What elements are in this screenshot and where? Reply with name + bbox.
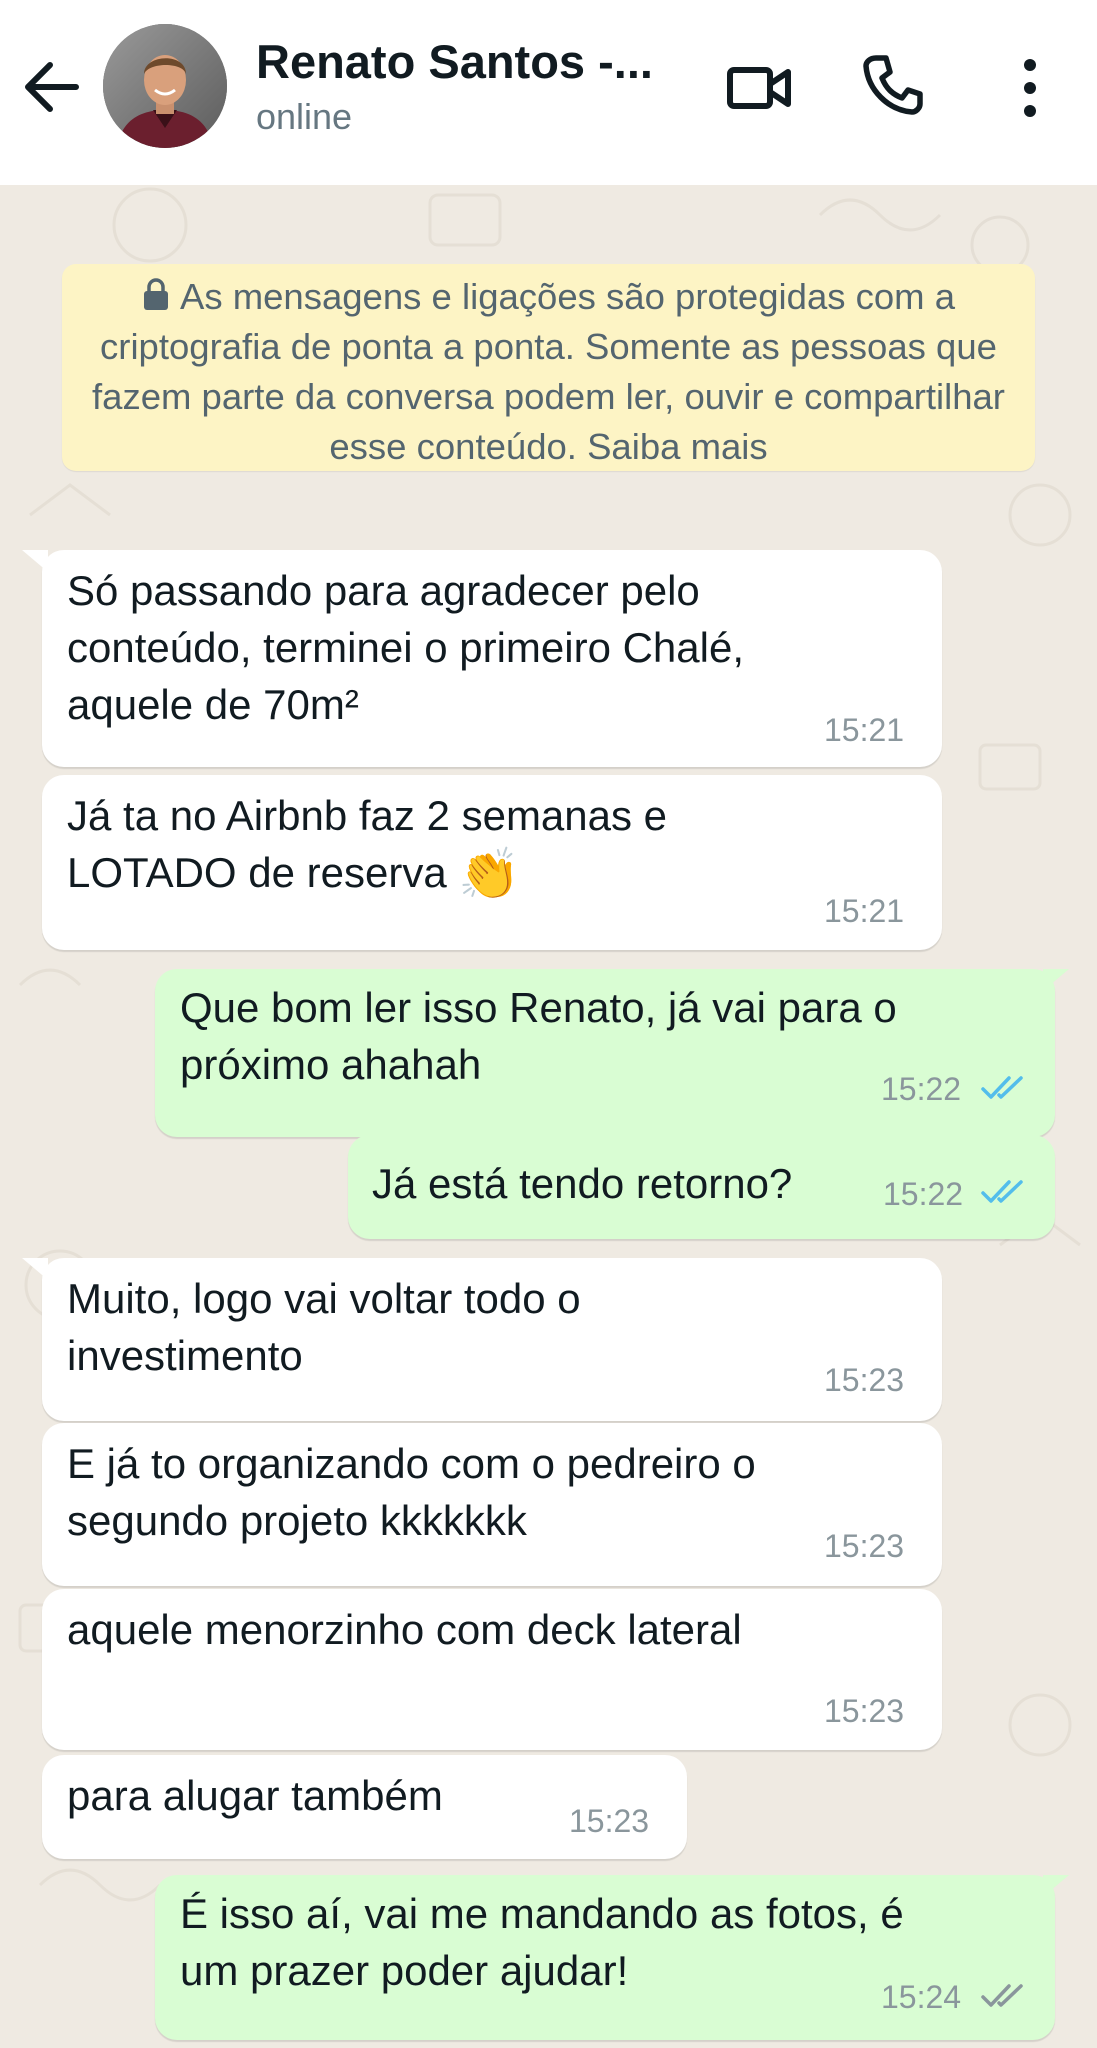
message-text: Já ta no Airbnb faz 2 semanas e LOTADO d… [67, 787, 667, 903]
chat-area[interactable]: As mensagens e ligações são protegidas c… [0, 185, 1097, 2048]
message-bubble-incoming[interactable]: E já to organizando com o pedreiro o seg… [42, 1423, 942, 1586]
message-bubble-incoming[interactable]: para alugar também 15:23 [42, 1755, 687, 1859]
message-text: para alugar também [67, 1772, 443, 1819]
video-camera-icon [727, 67, 791, 109]
double-check-icon [981, 1180, 1023, 1203]
message-text-content: Já ta no Airbnb faz 2 semanas e LOTADO d… [67, 792, 668, 896]
phone-icon [863, 55, 923, 115]
message-time: 15:21 [824, 893, 905, 929]
message-time: 15:23 [569, 1803, 650, 1839]
message-bubble-incoming[interactable]: Muito, logo vai voltar todo o investimen… [22, 1258, 942, 1421]
message-bubble-outgoing[interactable]: Já está tendo retorno? 15:22 [348, 1135, 1055, 1239]
message-bubble-incoming[interactable]: Já ta no Airbnb faz 2 semanas e LOTADO d… [42, 775, 942, 950]
voice-call-button[interactable] [860, 52, 926, 118]
bubble-tail [22, 1258, 48, 1280]
bubble-tail [1043, 969, 1069, 991]
message-bubble-outgoing[interactable]: É isso aí, vai me mandando as fotos, é u… [155, 1875, 1069, 2040]
message-text: Muito, logo vai voltar todo o investimen… [67, 1275, 581, 1379]
message-text: Só passando para agradecer pelo conteúdo… [67, 567, 745, 728]
double-check-icon [981, 1984, 1023, 2007]
bubble-tail [22, 550, 48, 572]
message-text: aquele menorzinho com deck lateral [67, 1606, 742, 1653]
message-time: 15:22 [883, 1176, 964, 1212]
double-check-icon [981, 1076, 1023, 1099]
bubble-tail [1043, 1875, 1069, 1897]
encryption-notice[interactable]: As mensagens e ligações são protegidas c… [62, 264, 1035, 471]
message-bubble-outgoing[interactable]: Que bom ler isso Renato, já vai para o p… [155, 969, 1069, 1137]
message-time: 15:23 [824, 1362, 905, 1398]
more-vertical-icon [1024, 59, 1036, 117]
message-text: Já está tendo retorno? [372, 1160, 793, 1207]
more-options-button[interactable] [1010, 55, 1050, 121]
message-time: 15:24 [881, 1979, 962, 2015]
message-text: E já to organizando com o pedreiro o seg… [67, 1440, 756, 1544]
message-time: 15:22 [881, 1071, 962, 1107]
chat-header: Renato Santos -... online [0, 0, 1097, 185]
avatar[interactable] [103, 24, 227, 148]
message-text: Que bom ler isso Renato, já vai para o p… [180, 984, 897, 1088]
arrow-left-icon [25, 62, 79, 112]
contact-name[interactable]: Renato Santos -... [256, 34, 653, 89]
message-time: 15:23 [824, 1693, 905, 1729]
contact-status: online [256, 96, 353, 137]
video-call-button[interactable] [726, 58, 794, 118]
message-bubble-incoming[interactable]: Só passando para agradecer pelo conteúdo… [22, 550, 942, 767]
message-bubble-incoming[interactable]: aquele menorzinho com deck lateral 15:23 [42, 1589, 942, 1750]
message-text: É isso aí, vai me mandando as fotos, é u… [180, 1890, 904, 1994]
message-time: 15:23 [824, 1528, 905, 1564]
back-button[interactable] [20, 52, 82, 122]
lock-icon [143, 278, 168, 310]
message-time: 15:21 [824, 712, 905, 748]
encryption-notice-text: As mensagens e ligações são protegidas c… [92, 276, 1005, 467]
clapping-hands-emoji: 👏 [458, 846, 521, 902]
avatar-photo [103, 24, 227, 148]
